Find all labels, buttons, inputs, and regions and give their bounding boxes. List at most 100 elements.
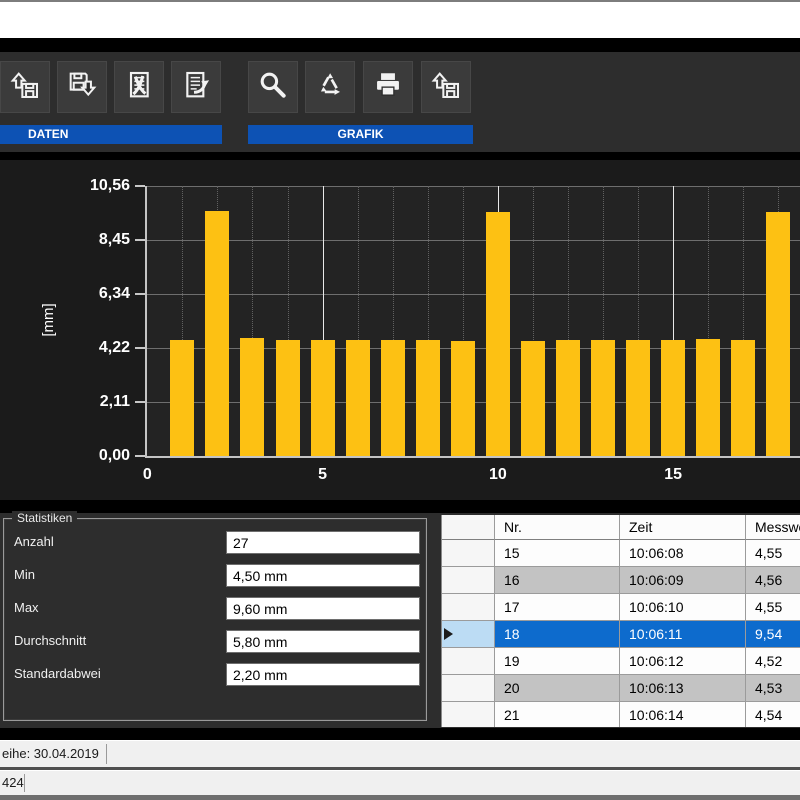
measurement-table[interactable]: Nr.ZeitMesswe1510:06:084,551610:06:094,5… (441, 515, 800, 727)
chart-bar (346, 340, 370, 456)
chart-bar (205, 211, 229, 456)
divider (0, 38, 800, 52)
document-export-icon (180, 69, 212, 106)
chart-bar (731, 340, 755, 456)
y-tick-label: 6,34 (70, 284, 130, 304)
save-data-button[interactable] (57, 61, 107, 113)
toolbar: DATEN GRAFIK (0, 52, 800, 152)
row-header-cell[interactable] (442, 540, 495, 567)
x-tick-label: 15 (653, 466, 693, 484)
cell-messwert[interactable]: 4,56 (746, 567, 800, 594)
table-row[interactable]: 1510:06:084,55 (442, 540, 800, 567)
table-row[interactable]: 1910:06:124,52 (442, 648, 800, 675)
y-tick-label: 2,11 (70, 392, 130, 412)
column-header-messwe[interactable]: Messwe (746, 515, 800, 540)
table-row[interactable]: 2010:06:134,53 (442, 675, 800, 702)
statistics-title: Statistiken (12, 511, 77, 525)
h-gridline (147, 240, 800, 241)
stat-label-anzahl: Anzahl (14, 534, 54, 549)
cell-zeit[interactable]: 10:06:08 (620, 540, 746, 567)
cell-nr[interactable]: 21 (495, 702, 620, 727)
chart-bar (276, 340, 300, 456)
cell-messwert[interactable]: 4,52 (746, 648, 800, 675)
chart-bar (416, 340, 440, 456)
floppy-arrow-down-icon (66, 69, 98, 106)
toolbar-group-grafik-label: GRAFIK (248, 125, 473, 144)
y-axis-title: [mm] (40, 288, 60, 352)
divider (0, 728, 800, 740)
window-bottom-edge (0, 795, 800, 800)
cell-zeit[interactable]: 10:06:09 (620, 567, 746, 594)
cell-messwert[interactable]: 4,55 (746, 594, 800, 621)
row-header-cell[interactable] (442, 675, 495, 702)
y-tick (135, 347, 145, 349)
cell-messwert[interactable]: 4,53 (746, 675, 800, 702)
y-tick-label: 8,45 (70, 230, 130, 250)
refresh-button[interactable] (305, 61, 355, 113)
document-delete-icon (123, 69, 155, 106)
row-header-cell[interactable] (442, 567, 495, 594)
column-header-zeit[interactable]: Zeit (620, 515, 746, 540)
print-button[interactable] (363, 61, 413, 113)
export-data-button[interactable] (171, 61, 221, 113)
y-tick (135, 239, 145, 241)
row-header-cell[interactable] (442, 702, 495, 727)
divider (0, 500, 800, 513)
cell-zeit[interactable]: 10:06:10 (620, 594, 746, 621)
statistics-groupbox: Statistiken Anzahl Min Max Durchschnitt … (3, 518, 427, 721)
chart-bar (170, 340, 194, 456)
chart-bar (766, 212, 790, 456)
cell-nr[interactable]: 16 (495, 567, 620, 594)
cell-nr[interactable]: 15 (495, 540, 620, 567)
chart-bar (591, 340, 615, 456)
cell-zeit[interactable]: 10:06:14 (620, 702, 746, 727)
cell-messwert[interactable]: 4,54 (746, 702, 800, 727)
cell-nr[interactable]: 20 (495, 675, 620, 702)
table-corner-cell (442, 515, 495, 540)
zoom-button[interactable] (248, 61, 298, 113)
status-device-text: 424 (2, 771, 24, 795)
y-tick (135, 185, 145, 187)
stat-input-max[interactable] (226, 597, 420, 620)
h-gridline (147, 186, 800, 187)
chart-bar (521, 341, 545, 456)
magnifier-icon (257, 69, 289, 106)
row-header-cell[interactable] (442, 648, 495, 675)
cell-zeit[interactable]: 10:06:13 (620, 675, 746, 702)
table-row[interactable]: 1710:06:104,55 (442, 594, 800, 621)
table-header-row: Nr.ZeitMesswe (442, 515, 800, 540)
cell-nr[interactable]: 18 (495, 621, 620, 648)
cell-nr[interactable]: 19 (495, 648, 620, 675)
current-row-arrow-icon (444, 628, 453, 640)
save-graphic-button[interactable] (421, 61, 471, 113)
cell-messwert[interactable]: 9,54 (746, 621, 800, 648)
delete-data-button[interactable] (114, 61, 164, 113)
y-tick-label: 4,22 (70, 338, 130, 358)
stat-input-min[interactable] (226, 564, 420, 587)
x-tick-label: 5 (303, 466, 343, 484)
stat-label-max: Max (14, 600, 39, 615)
table-row[interactable]: 2110:06:144,54 (442, 702, 800, 727)
stat-input-standardabwei[interactable] (226, 663, 420, 686)
stat-label-durchschnitt: Durchschnitt (14, 633, 86, 648)
column-header-nr[interactable]: Nr. (495, 515, 620, 540)
cell-messwert[interactable]: 4,55 (746, 540, 800, 567)
load-data-button[interactable] (0, 61, 50, 113)
table-row[interactable]: 1610:06:094,56 (442, 567, 800, 594)
cell-nr[interactable]: 17 (495, 594, 620, 621)
stat-input-durchschnitt[interactable] (226, 630, 420, 653)
bottom-panel: Statistiken Anzahl Min Max Durchschnitt … (0, 513, 800, 728)
table-row[interactable]: 1810:06:119,54 (442, 621, 800, 648)
floppy-arrow-up-icon (9, 69, 41, 106)
divider (0, 152, 800, 160)
cell-zeit[interactable]: 10:06:12 (620, 648, 746, 675)
row-header-cell[interactable] (442, 621, 495, 648)
chart-bar (486, 212, 510, 456)
floppy-arrow-up-icon (430, 69, 462, 106)
row-header-cell[interactable] (442, 594, 495, 621)
cell-zeit[interactable]: 10:06:11 (620, 621, 746, 648)
y-tick-label: 0,00 (70, 446, 130, 466)
stat-input-anzahl[interactable] (226, 531, 420, 554)
status-bar-device: 424 (0, 770, 800, 795)
chart-bar (381, 340, 405, 456)
